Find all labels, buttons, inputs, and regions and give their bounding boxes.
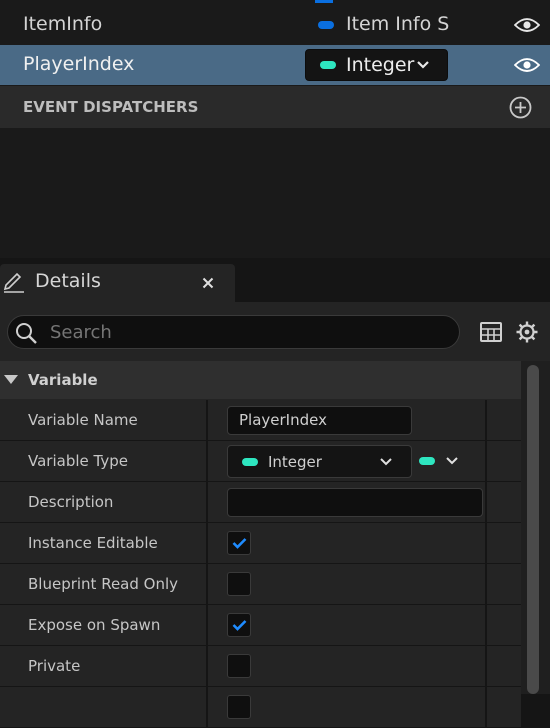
scrollbar-thumb[interactable] <box>527 365 539 694</box>
visibility-eye-icon[interactable] <box>514 57 540 73</box>
property-label: Instance Editable <box>28 534 158 552</box>
variable-row-playerindex[interactable]: PlayerIndex Integer <box>0 45 550 85</box>
chevron-down-icon <box>417 61 429 69</box>
integer-pin-icon <box>242 458 258 466</box>
chevron-down-icon <box>446 457 458 465</box>
table-view-icon[interactable] <box>480 322 502 342</box>
scroll-indicator <box>315 0 333 3</box>
property-row-variable-name: Variable Name PlayerIndex <box>0 400 521 441</box>
tab-title: Details <box>35 270 101 292</box>
add-plus-icon[interactable] <box>509 96 532 119</box>
chevron-down-icon <box>380 458 392 466</box>
struct-pin-icon <box>318 21 334 29</box>
expose-on-spawn-checkbox[interactable] <box>227 613 251 637</box>
collapse-triangle-icon <box>4 375 18 384</box>
property-row-instance-editable: Instance Editable <box>0 523 521 564</box>
blueprint-read-only-checkbox[interactable] <box>227 572 251 596</box>
property-label: Description <box>28 493 114 511</box>
visibility-eye-icon[interactable] <box>514 17 540 33</box>
details-panel: Variable Variable Name PlayerIndex Varia… <box>0 302 550 728</box>
pencil-icon <box>3 272 24 293</box>
property-label: Expose on Spawn <box>28 616 161 634</box>
property-row-variable-type: Variable Type Integer <box>0 441 521 482</box>
search-input[interactable] <box>48 319 452 345</box>
tab-details[interactable]: Details <box>0 264 235 302</box>
category-variable-header[interactable]: Variable <box>0 361 521 399</box>
dropdown-value: Integer <box>346 54 415 76</box>
property-row-description: Description <box>0 482 521 523</box>
property-row-blueprint-read-only: Blueprint Read Only <box>0 564 521 605</box>
variable-name: PlayerIndex <box>23 53 135 75</box>
event-dispatchers-header[interactable]: EVENT DISPATCHERS <box>0 86 550 128</box>
checkmark-icon <box>232 538 247 549</box>
variable-type-dropdown[interactable]: Integer <box>227 445 412 478</box>
section-title: EVENT DISPATCHERS <box>23 98 199 116</box>
description-field[interactable] <box>227 488 483 517</box>
variable-name-field[interactable]: PlayerIndex <box>227 406 412 435</box>
settings-gear-icon[interactable] <box>515 320 539 344</box>
checkmark-icon <box>232 620 247 631</box>
category-title: Variable <box>28 371 98 389</box>
close-icon[interactable] <box>202 277 214 289</box>
instance-editable-checkbox[interactable] <box>227 531 251 555</box>
single-pin-icon <box>419 457 435 465</box>
variable-name: ItemInfo <box>23 13 103 35</box>
property-label: Blueprint Read Only <box>28 575 179 593</box>
integer-pin-icon <box>320 61 336 69</box>
variable-row-iteminfo[interactable]: ItemInfo Item Info S <box>0 5 550 45</box>
private-checkbox[interactable] <box>227 654 251 678</box>
search-icon <box>16 323 37 344</box>
variable-type-value: Integer <box>268 453 322 471</box>
property-label: Variable Type <box>28 452 128 470</box>
container-type-dropdown[interactable] <box>419 453 463 471</box>
variable-type-label: Item Info S <box>346 13 450 35</box>
details-tab-bar: Details <box>0 258 550 302</box>
property-row-next <box>0 687 521 728</box>
property-row-private: Private <box>0 646 521 687</box>
property-label: Private <box>28 657 81 675</box>
variable-name-value: PlayerIndex <box>239 411 327 429</box>
search-box[interactable] <box>7 315 460 349</box>
property-label: Variable Name <box>28 411 138 429</box>
property-row-expose-on-spawn: Expose on Spawn <box>0 605 521 646</box>
next-checkbox[interactable] <box>227 695 251 719</box>
variable-type-dropdown[interactable]: Integer <box>305 49 448 81</box>
variables-panel: ItemInfo Item Info S PlayerIndex Integer… <box>0 0 550 258</box>
